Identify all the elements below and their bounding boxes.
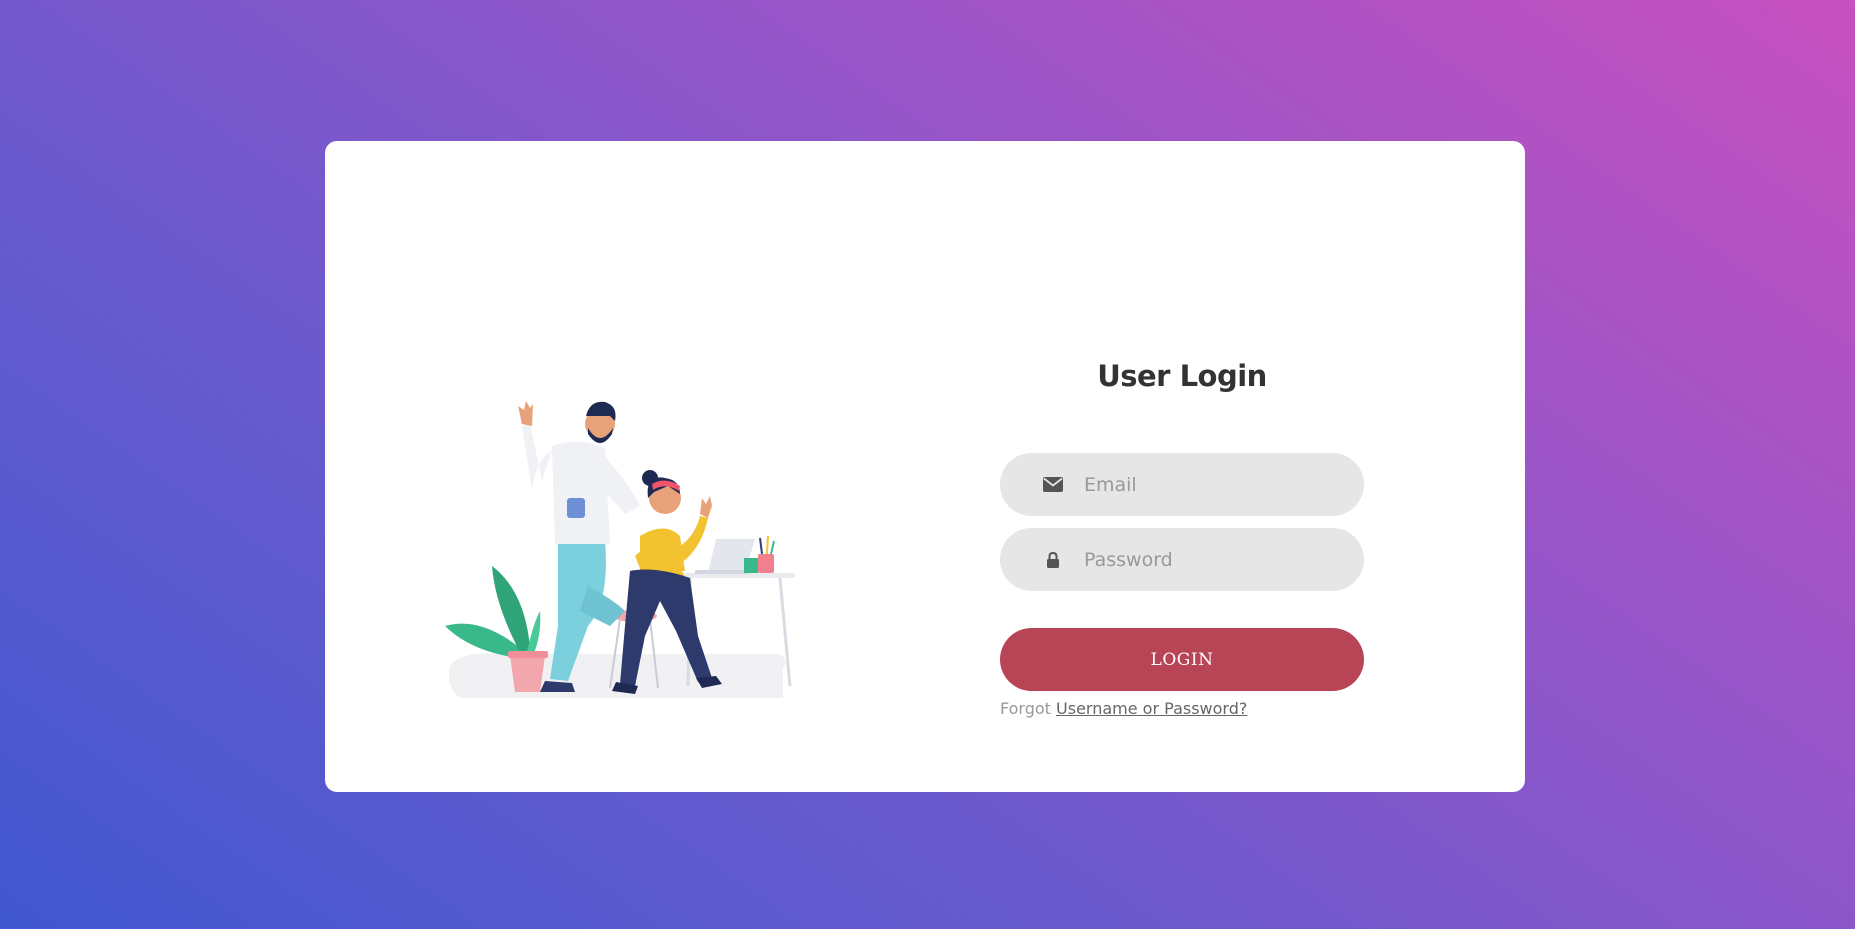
forgot-credentials-link[interactable]: Username or Password? bbox=[1056, 699, 1247, 718]
page-title: User Login bbox=[1097, 359, 1267, 393]
password-field[interactable] bbox=[1000, 528, 1364, 591]
password-input[interactable] bbox=[1084, 528, 1344, 591]
forgot-prefix-text: Forgot bbox=[1000, 699, 1051, 718]
lock-icon bbox=[1042, 549, 1064, 571]
login-form: User Login LOGIN Forgot Username bbox=[1000, 356, 1364, 718]
login-card: User Login LOGIN Forgot Username bbox=[325, 141, 1525, 792]
forgot-credentials: Forgot Username or Password? bbox=[1000, 699, 1364, 718]
email-field[interactable] bbox=[1000, 453, 1364, 516]
login-button[interactable]: LOGIN bbox=[1000, 628, 1364, 691]
envelope-icon bbox=[1042, 474, 1064, 496]
email-input[interactable] bbox=[1084, 453, 1344, 516]
office-people-illustration bbox=[440, 386, 840, 716]
